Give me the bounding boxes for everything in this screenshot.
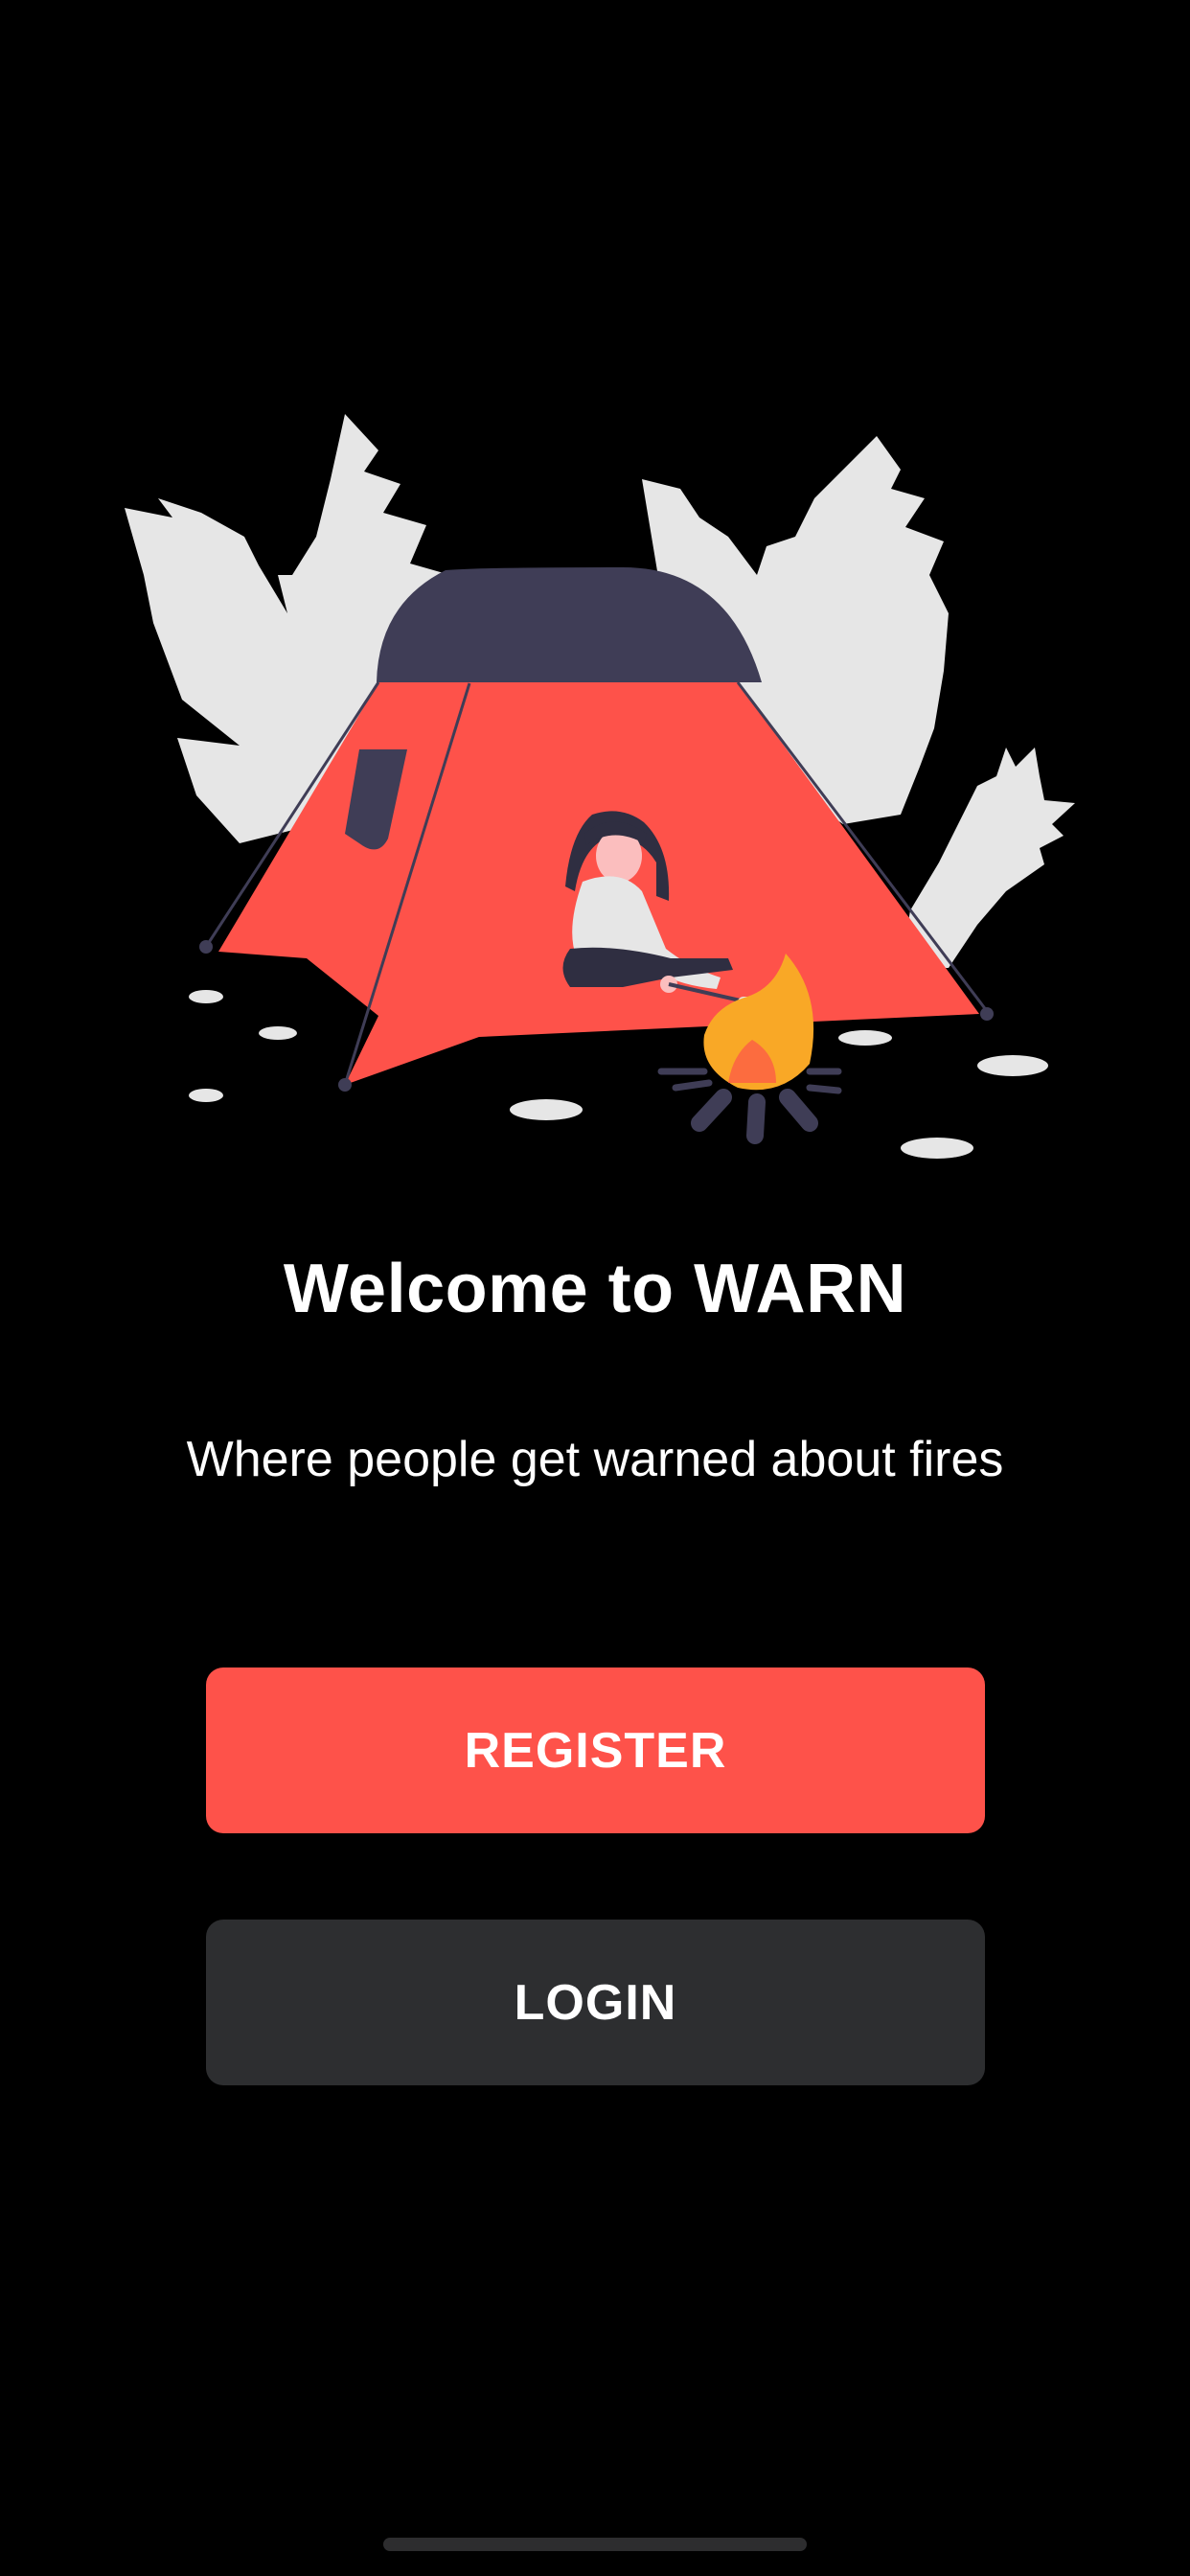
- welcome-title: Welcome to WARN: [283, 1251, 907, 1327]
- register-button-label: REGISTER: [464, 1722, 727, 1779]
- camping-illustration: [125, 414, 1075, 1159]
- login-button[interactable]: LOGIN: [206, 1920, 985, 2085]
- register-button[interactable]: REGISTER: [206, 1668, 985, 1833]
- welcome-subtitle: Where people get warned about fires: [186, 1432, 1004, 1487]
- login-button-label: LOGIN: [514, 1974, 677, 2031]
- home-indicator[interactable]: [383, 2538, 807, 2551]
